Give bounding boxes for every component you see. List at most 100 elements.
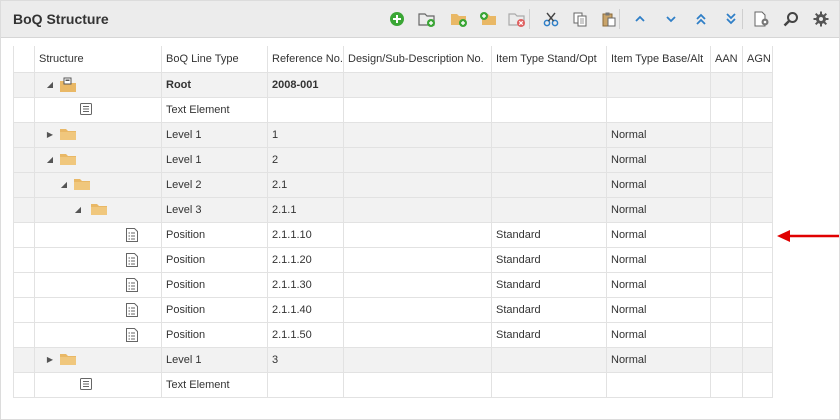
add-subdivision-button[interactable] [416,8,438,30]
agn-cell[interactable] [742,121,773,148]
document-settings-button[interactable] [751,8,773,30]
line-type-cell[interactable]: Level 1 [161,146,268,173]
agn-cell[interactable] [742,296,773,323]
table-row[interactable]: Position 2.1.1.20 Standard Normal [13,246,773,273]
agn-cell[interactable] [742,171,773,198]
expand-caret-icon[interactable]: ▶ [45,129,55,141]
stand-opt-cell[interactable]: Standard [491,246,607,273]
stand-opt-cell[interactable] [491,371,607,398]
table-row[interactable]: ◢ Level 3 2.1.1 Normal [13,196,773,223]
agn-cell[interactable] [742,71,773,98]
expand-caret-icon[interactable]: ▶ [45,354,55,366]
table-row[interactable]: ◢ Root 2008-001 [13,71,773,98]
stand-opt-cell[interactable] [491,121,607,148]
table-row[interactable]: Position 2.1.1.30 Standard Normal [13,271,773,298]
base-alt-cell[interactable]: Normal [606,221,711,248]
aan-cell[interactable] [710,346,743,373]
base-alt-cell[interactable]: Normal [606,321,711,348]
base-alt-cell[interactable]: Normal [606,271,711,298]
design-cell[interactable] [343,271,492,298]
agn-cell[interactable] [742,96,773,123]
aan-cell[interactable] [710,296,743,323]
design-cell[interactable] [343,146,492,173]
column-header-line-type[interactable]: BoQ Line Type [161,46,268,73]
structure-cell[interactable]: ◢ [34,171,162,198]
base-alt-cell[interactable]: Normal [606,296,711,323]
stand-opt-cell[interactable] [491,71,607,98]
add-button[interactable] [386,8,408,30]
column-header-structure[interactable]: Structure [34,46,162,73]
column-header-agn[interactable]: AGN [742,46,773,73]
agn-cell[interactable] [742,196,773,223]
table-row[interactable]: Position 2.1.1.10 Standard Normal [13,221,773,248]
collapse-caret-icon[interactable]: ◢ [45,79,55,91]
collapse-caret-icon[interactable]: ◢ [59,179,69,191]
structure-cell[interactable]: ▶ [34,121,162,148]
paste-button[interactable] [598,8,620,30]
structure-cell[interactable] [34,246,162,273]
design-cell[interactable] [343,296,492,323]
agn-cell[interactable] [742,371,773,398]
table-row[interactable]: Text Element [13,371,773,398]
design-cell[interactable] [343,221,492,248]
column-header-aan[interactable]: AAN [710,46,743,73]
line-type-cell[interactable]: Root [161,71,268,98]
move-top-button[interactable] [690,8,712,30]
design-cell[interactable] [343,121,492,148]
table-row[interactable]: ◢ Level 1 2 Normal [13,146,773,173]
structure-cell[interactable] [34,371,162,398]
base-alt-cell[interactable]: Normal [606,146,711,173]
design-cell[interactable] [343,246,492,273]
line-type-cell[interactable]: Position [161,271,268,298]
new-level-button[interactable] [448,8,470,30]
reference-cell[interactable]: 2.1.1.10 [267,221,344,248]
aan-cell[interactable] [710,171,743,198]
agn-cell[interactable] [742,346,773,373]
base-alt-cell[interactable] [606,71,711,98]
column-header-base-alt[interactable]: Item Type Base/Alt [606,46,711,73]
stand-opt-cell[interactable] [491,171,607,198]
agn-cell[interactable] [742,221,773,248]
aan-cell[interactable] [710,221,743,248]
line-type-cell[interactable]: Position [161,221,268,248]
copy-button[interactable] [569,8,591,30]
base-alt-cell[interactable]: Normal [606,171,711,198]
agn-cell[interactable] [742,146,773,173]
line-type-cell[interactable]: Text Element [161,96,268,123]
reference-cell[interactable]: 2 [267,146,344,173]
line-type-cell[interactable]: Position [161,296,268,323]
settings-button[interactable] [810,8,832,30]
table-row[interactable]: ▶ Level 1 1 Normal [13,121,773,148]
structure-cell[interactable] [34,296,162,323]
reference-cell[interactable] [267,96,344,123]
reference-cell[interactable]: 2.1 [267,171,344,198]
aan-cell[interactable] [710,196,743,223]
agn-cell[interactable] [742,246,773,273]
design-cell[interactable] [343,321,492,348]
column-header-reference[interactable]: Reference No. [267,46,344,73]
reference-cell[interactable]: 3 [267,346,344,373]
table-row[interactable]: Position 2.1.1.50 Standard Normal [13,321,773,348]
stand-opt-cell[interactable]: Standard [491,271,607,298]
column-header-design[interactable]: Design/Sub-Description No. [343,46,492,73]
aan-cell[interactable] [710,71,743,98]
aan-cell[interactable] [710,321,743,348]
base-alt-cell[interactable] [606,371,711,398]
base-alt-cell[interactable]: Normal [606,346,711,373]
column-header-stand-opt[interactable]: Item Type Stand/Opt [491,46,607,73]
aan-cell[interactable] [710,371,743,398]
line-type-cell[interactable]: Position [161,246,268,273]
line-type-cell[interactable]: Level 3 [161,196,268,223]
structure-cell[interactable] [34,221,162,248]
stand-opt-cell[interactable] [491,96,607,123]
line-type-cell[interactable]: Level 1 [161,346,268,373]
base-alt-cell[interactable]: Normal [606,196,711,223]
line-type-cell[interactable]: Level 1 [161,121,268,148]
structure-cell[interactable]: ◢ [34,196,162,223]
stand-opt-cell[interactable]: Standard [491,321,607,348]
stand-opt-cell[interactable] [491,146,607,173]
table-row[interactable]: ◢ Level 2 2.1 Normal [13,171,773,198]
design-cell[interactable] [343,196,492,223]
new-sublevel-button[interactable] [477,8,499,30]
reference-cell[interactable]: 2.1.1.40 [267,296,344,323]
